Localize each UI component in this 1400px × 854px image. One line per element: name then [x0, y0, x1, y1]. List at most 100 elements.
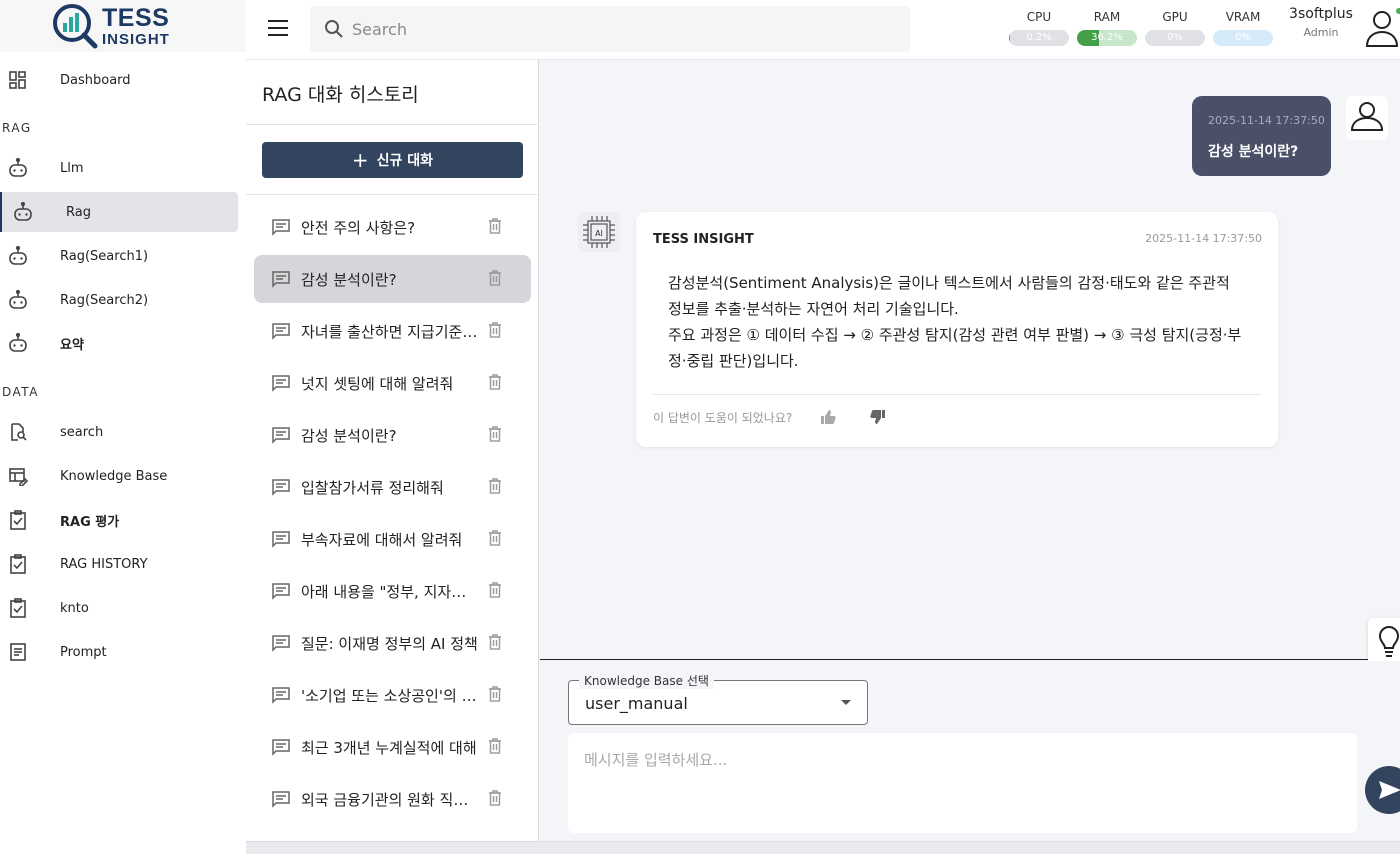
- robot-icon: [12, 201, 34, 223]
- plus-icon: +: [351, 148, 369, 172]
- history-panel: RAG 대화 히스토리 + 신규 대화 안전 주의 사항은? 감성 분석이란? 자녀…: [246, 60, 539, 854]
- logo[interactable]: TESS INSIGHT: [0, 0, 246, 52]
- history-item[interactable]: '소기업 또는 소상공인'의 정의: [254, 671, 531, 719]
- trash-icon[interactable]: [488, 322, 502, 342]
- comment-icon: [271, 685, 291, 709]
- sidebar-item-rag[interactable]: Rag: [0, 192, 238, 232]
- history-item[interactable]: 넛지 셋팅에 대해 알려줘: [254, 359, 531, 407]
- trash-icon[interactable]: [488, 218, 502, 238]
- message-text: 감성 분석이란?: [1208, 144, 1299, 160]
- knowledge-base-select[interactable]: Knowledge Base 선택 user_manual: [568, 672, 868, 725]
- message-input[interactable]: [568, 733, 1357, 833]
- new-chat-button[interactable]: + 신규 대화: [262, 142, 523, 178]
- history-item[interactable]: 안전 주의 사항은?: [254, 203, 531, 251]
- comment-icon: [271, 633, 291, 657]
- comment-icon: [271, 321, 291, 345]
- history-item-text: '소기업 또는 소상공인'의 정의: [301, 687, 479, 705]
- clipboard-check-icon: [7, 597, 29, 619]
- sidebar-item-label: Dashboard: [60, 72, 131, 88]
- trash-icon[interactable]: [488, 634, 502, 654]
- sidebar-item-search[interactable]: search: [0, 412, 238, 452]
- message-box[interactable]: [568, 733, 1357, 833]
- sidebar-item-summary[interactable]: 요약: [0, 323, 238, 363]
- history-item[interactable]: 최근 3개년 누계실적에 대해: [254, 723, 531, 771]
- section-rag: RAG: [2, 121, 32, 135]
- sidebar-item-llm[interactable]: Llm: [0, 148, 238, 188]
- select-value: user_manual: [585, 694, 688, 713]
- sidebar-item-rag-history[interactable]: RAG HISTORY: [0, 544, 238, 584]
- sidebar-item-knowledge-base[interactable]: Knowledge Base: [0, 456, 238, 496]
- trash-icon[interactable]: [488, 478, 502, 498]
- thumbs-down-icon[interactable]: [870, 409, 886, 429]
- ai-chip-icon: AI: [578, 212, 620, 252]
- lightbulb-icon[interactable]: [1368, 618, 1400, 666]
- history-item[interactable]: 감성 분석이란?: [254, 411, 531, 459]
- document-search-icon: [7, 421, 29, 443]
- sidebar-item-label: knto: [60, 600, 89, 616]
- history-item[interactable]: 입찰참가서류 정리해줘: [254, 463, 531, 511]
- history-item-text: 안전 주의 사항은?: [301, 219, 416, 237]
- sidebar-item-label: RAG HISTORY: [60, 556, 148, 572]
- history-item-text: 부속자료에 대해서 알려줘: [301, 531, 463, 549]
- metric-value: 0.2%: [1026, 32, 1052, 43]
- trash-icon[interactable]: [488, 426, 502, 446]
- sidebar-item-label: Knowledge Base: [60, 468, 168, 484]
- robot-icon: [7, 157, 29, 179]
- metric-bar: 36.2%: [1077, 30, 1137, 46]
- trash-icon[interactable]: [488, 686, 502, 706]
- trash-icon[interactable]: [488, 530, 502, 550]
- chat-area: 2025-11-14 17:37:50 감성 분석이란? AI TESS INS…: [540, 60, 1400, 666]
- comment-icon: [271, 789, 291, 813]
- send-button[interactable]: [1365, 766, 1400, 814]
- metric-gpu: GPU 0%: [1145, 10, 1205, 46]
- metric-name: VRAM: [1225, 10, 1261, 24]
- comment-icon: [271, 529, 291, 553]
- user-avatar-icon: [1346, 96, 1388, 140]
- trash-icon[interactable]: [488, 790, 502, 810]
- comment-icon: [271, 581, 291, 605]
- metric-vram: VRAM 0%: [1213, 10, 1273, 46]
- history-item[interactable]: 감성 분석이란?: [254, 255, 531, 303]
- user-info[interactable]: 3softplus Admin: [1281, 6, 1361, 39]
- history-item-text: 질문: 이재명 정부의 AI 정책: [301, 635, 478, 653]
- logo-subtitle: INSIGHT: [102, 30, 170, 48]
- thumbs-up-icon[interactable]: [820, 409, 836, 429]
- sidebar-item-prompt[interactable]: Prompt: [0, 632, 238, 672]
- footer-bar: [246, 841, 1400, 854]
- trash-icon[interactable]: [488, 738, 502, 758]
- history-item[interactable]: 아래 내용을 "정부, 지자체 지원사업": [254, 567, 531, 615]
- history-item[interactable]: 자녀를 출산하면 지급기준이 어떻게 되나요?: [254, 307, 531, 355]
- ai-sender: TESS INSIGHT: [653, 232, 754, 247]
- history-item[interactable]: 질문: 이재명 정부의 AI 정책: [254, 619, 531, 667]
- metric-name: CPU: [1026, 10, 1052, 24]
- hamburger-menu-icon[interactable]: [268, 20, 288, 36]
- trash-icon[interactable]: [488, 374, 502, 394]
- history-item[interactable]: 부속자료에 대해서 알려줘: [254, 515, 531, 563]
- clipboard-check-icon: [7, 553, 29, 575]
- metric-value: 0%: [1235, 32, 1251, 43]
- user-name: 3softplus: [1289, 6, 1353, 22]
- sidebar-item-rag-search2[interactable]: Rag(Search2): [0, 280, 238, 320]
- sidebar-item-rag-search1[interactable]: Rag(Search1): [0, 236, 238, 276]
- trash-icon[interactable]: [488, 582, 502, 602]
- history-item-text: 넛지 셋팅에 대해 알려줘: [301, 375, 454, 393]
- trash-icon[interactable]: [488, 270, 502, 290]
- comment-icon: [271, 373, 291, 397]
- input-area: Knowledge Base 선택 user_manual: [540, 661, 1400, 841]
- sidebar-item-knto[interactable]: knto: [0, 588, 238, 628]
- sidebar-item-dashboard[interactable]: Dashboard: [0, 60, 238, 100]
- comment-icon: [271, 425, 291, 449]
- history-item-text: 아래 내용을 "정부, 지자체 지원사업": [301, 583, 479, 601]
- sidebar-item-rag-eval[interactable]: RAG 평가: [0, 500, 238, 540]
- metric-bar: 0%: [1145, 30, 1205, 46]
- clipboard-check-icon: [7, 509, 29, 531]
- sidebar-item-label: search: [60, 424, 104, 440]
- search-input[interactable]: [352, 19, 892, 39]
- user-message-bubble: 2025-11-14 17:37:50 감성 분석이란?: [1192, 96, 1331, 176]
- user-avatar-icon[interactable]: [1364, 8, 1400, 52]
- history-item[interactable]: 외국 금융기관의 원화 직접 거래: [254, 775, 531, 823]
- search-box[interactable]: [310, 6, 910, 52]
- ai-message-line: 주요 과정은 ① 데이터 수집 → ② 주관성 탐지(감성 관련 여부 판별) …: [668, 326, 1242, 370]
- chevron-down-icon: [841, 700, 851, 705]
- history-item-text: 감성 분석이란?: [301, 271, 397, 289]
